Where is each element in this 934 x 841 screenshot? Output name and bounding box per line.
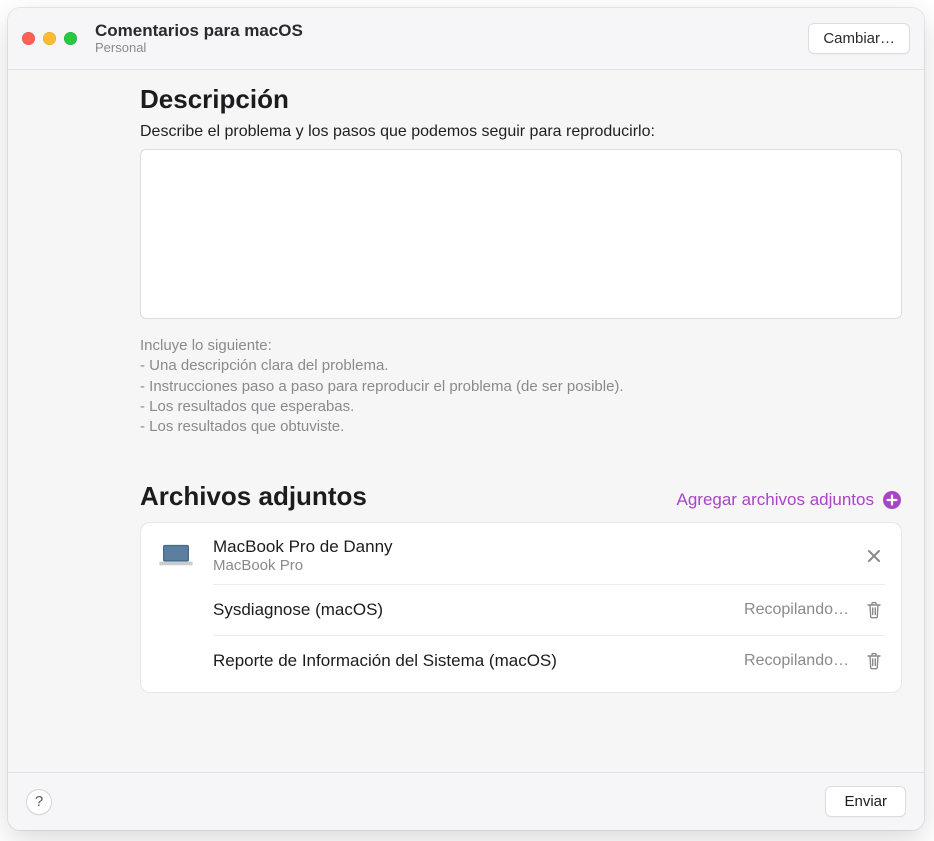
description-hints: Incluye lo siguiente: - Una descripción … — [140, 336, 902, 437]
send-button[interactable]: Enviar — [825, 786, 906, 817]
hints-title: Incluye lo siguiente: — [140, 336, 902, 356]
title-block: Comentarios para macOS Personal — [95, 21, 808, 56]
help-button[interactable]: ? — [26, 789, 52, 815]
minimize-window-button[interactable] — [43, 32, 56, 45]
bottom-toolbar: ? Enviar — [8, 772, 924, 830]
attachment-name: Sysdiagnose (macOS) — [213, 600, 730, 620]
description-section-title: Descripción — [140, 84, 902, 115]
attachment-item: Sysdiagnose (macOS) Recopilando… — [213, 584, 885, 635]
help-icon: ? — [35, 793, 43, 810]
macbook-icon — [157, 543, 195, 569]
window-title: Comentarios para macOS — [95, 21, 808, 41]
attachment-name: Reporte de Información del Sistema (macO… — [213, 651, 730, 671]
delete-attachment-button[interactable] — [863, 650, 885, 672]
attachment-item: Reporte de Información del Sistema (macO… — [213, 635, 885, 686]
trash-icon — [866, 652, 882, 670]
trash-icon — [866, 601, 882, 619]
titlebar: Comentarios para macOS Personal Cambiar… — [8, 8, 924, 70]
hint-line: - Los resultados que obtuviste. — [140, 417, 902, 437]
device-model: MacBook Pro — [213, 557, 845, 574]
plus-circle-icon — [882, 490, 902, 510]
close-window-button[interactable] — [22, 32, 35, 45]
change-button[interactable]: Cambiar… — [808, 23, 910, 54]
attachments-card: MacBook Pro de Danny MacBook Pro Sysdiag… — [140, 522, 902, 693]
attachment-status: Recopilando… — [744, 652, 849, 670]
window-controls — [22, 32, 77, 45]
add-attachment-label: Agregar archivos adjuntos — [676, 490, 874, 510]
device-text: MacBook Pro de Danny MacBook Pro — [213, 537, 845, 574]
attachments-header: Archivos adjuntos Agregar archivos adjun… — [140, 481, 902, 512]
feedback-window: Comentarios para macOS Personal Cambiar…… — [8, 8, 924, 830]
remove-device-button[interactable] — [863, 545, 885, 567]
attachment-list: Sysdiagnose (macOS) Recopilando… Reporte… — [213, 584, 885, 686]
hint-line: - Los resultados que esperabas. — [140, 397, 902, 417]
description-field-label: Describe el problema y los pasos que pod… — [140, 123, 902, 141]
hint-line: - Una descripción clara del problema. — [140, 356, 902, 376]
description-textarea[interactable] — [140, 149, 902, 319]
close-icon — [866, 548, 882, 564]
zoom-window-button[interactable] — [64, 32, 77, 45]
add-attachment-button[interactable]: Agregar archivos adjuntos — [676, 490, 902, 510]
window-subtitle: Personal — [95, 41, 808, 56]
hint-line: - Instrucciones paso a paso para reprodu… — [140, 377, 902, 397]
attachment-status: Recopilando… — [744, 601, 849, 619]
content-area: Descripción Describe el problema y los p… — [8, 70, 924, 772]
device-row: MacBook Pro de Danny MacBook Pro — [157, 537, 885, 584]
attachments-section-title: Archivos adjuntos — [140, 481, 367, 512]
delete-attachment-button[interactable] — [863, 599, 885, 621]
device-name: MacBook Pro de Danny — [213, 537, 845, 557]
